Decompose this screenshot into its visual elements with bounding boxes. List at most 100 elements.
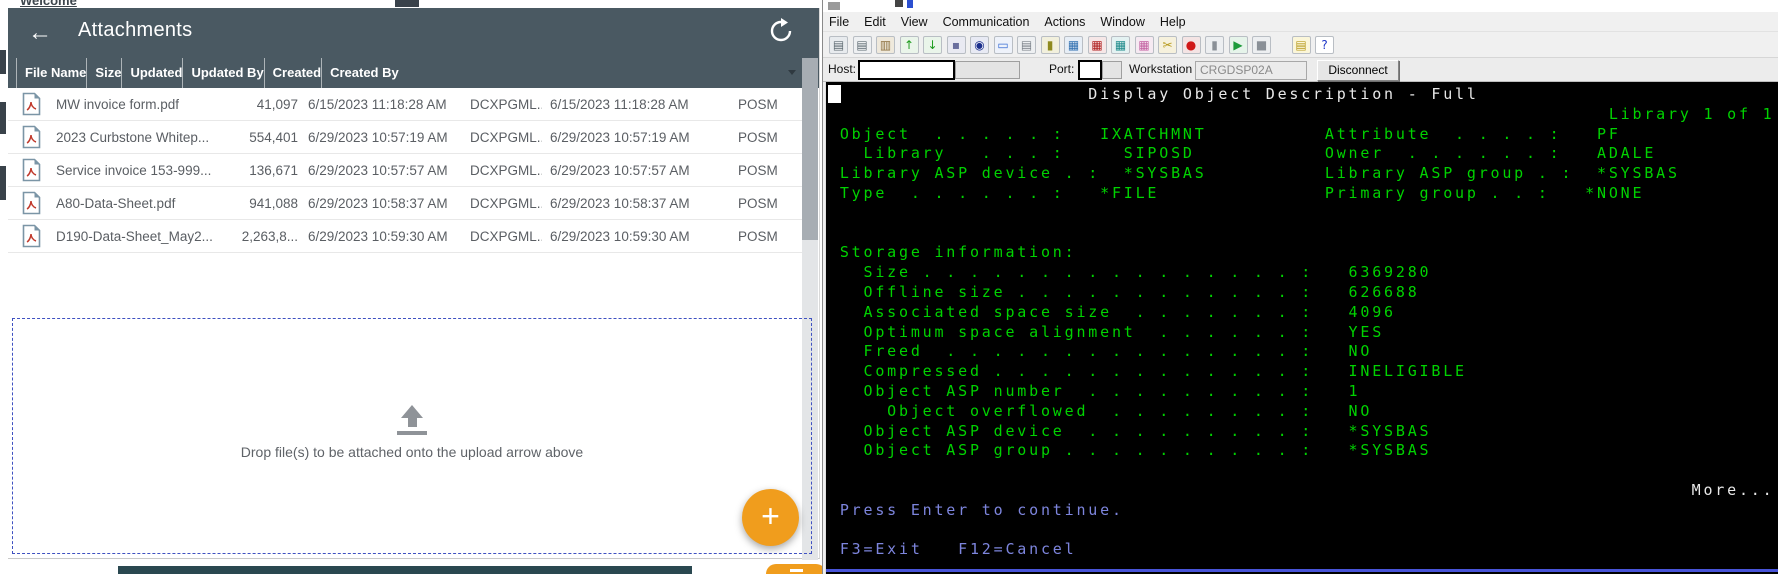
screen-capture-icon[interactable]: ▦ xyxy=(1111,36,1130,54)
file-created-by: POSM xyxy=(738,196,778,211)
table-row[interactable]: A80-Data-Sheet.pdf 941,088 6/29/2023 10:… xyxy=(8,187,804,220)
window-fragment xyxy=(395,0,419,7)
column-header[interactable]: Created xyxy=(263,58,321,88)
window-icon xyxy=(828,2,840,10)
sql-icon[interactable]: ▦ xyxy=(1087,36,1107,54)
file-created: 6/29/2023 10:58:37 AM xyxy=(550,196,690,211)
terminal-line: Library ASP device . : *SYSBAS Library A… xyxy=(828,164,1680,183)
table-row[interactable]: 2023 Curbstone Whitep... 554,401 6/29/20… xyxy=(8,121,804,154)
terminal-line: Compressed . . . . . . . . . . . . . : I… xyxy=(828,362,1467,381)
terminal-line: Freed . . . . . . . . . . . . . . . : NO xyxy=(828,342,1373,361)
help-icon[interactable]: ? xyxy=(1315,36,1334,54)
stop-macro-icon[interactable]: ■ xyxy=(1252,36,1271,54)
refresh-icon[interactable] xyxy=(768,18,796,46)
menu-item[interactable]: View xyxy=(901,15,928,29)
pdf-file-icon xyxy=(8,220,48,252)
back-button[interactable]: ← xyxy=(24,18,56,48)
column-menu-icon[interactable] xyxy=(788,70,796,75)
notes-icon[interactable]: ▤ xyxy=(1291,36,1311,54)
table-row[interactable]: D190-Data-Sheet_May2... 2,263,8... 6/29/… xyxy=(8,220,804,253)
file-updated-by: DCXPGML... xyxy=(470,229,542,244)
port-input-extension[interactable] xyxy=(1102,61,1122,79)
send-file-icon[interactable]: ↑ xyxy=(899,36,919,54)
terminal-line: More... xyxy=(828,481,1775,499)
edge-fragment xyxy=(0,102,6,134)
paste-icon[interactable]: ▥ xyxy=(876,36,895,54)
column-header[interactable]: Size xyxy=(86,58,121,88)
dropzone-hint: Drop file(s) to be attached onto the upl… xyxy=(240,444,584,460)
pdf-file-icon xyxy=(8,187,48,219)
record-macro-icon[interactable]: ● xyxy=(1181,36,1201,54)
play-macro-icon[interactable]: ▶ xyxy=(1228,36,1248,54)
port-input[interactable] xyxy=(1078,60,1102,80)
copy-screen-icon[interactable]: ▤ xyxy=(829,36,848,54)
title-text-fragment xyxy=(907,0,913,8)
file-name: D190-Data-Sheet_May2... xyxy=(56,229,213,244)
file-updated-by: DCXPGML... xyxy=(470,196,542,211)
edge-fragment xyxy=(0,166,6,200)
file-updated: 6/29/2023 10:57:19 AM xyxy=(308,130,448,145)
grid-icon[interactable]: ▦ xyxy=(1134,36,1154,54)
terminal-line: Object ASP number . . . . . . . . . : 1 xyxy=(828,382,1361,400)
background-fab-fragment xyxy=(766,564,826,574)
terminal-line: Library 1 of 1 xyxy=(828,104,1775,123)
bottom-bar-fragment xyxy=(118,566,692,574)
menu-item[interactable]: Help xyxy=(1160,15,1186,29)
pdf-file-icon xyxy=(8,154,48,186)
pause-macro-icon[interactable]: ▮ xyxy=(1205,36,1224,54)
terminal-line: Optimum space alignment . . . . . . : YE… xyxy=(828,322,1385,341)
file-size: 941,088 xyxy=(249,196,298,211)
file-size: 2,263,8... xyxy=(241,229,298,244)
screen-settings-icon[interactable]: ▦ xyxy=(1064,36,1083,54)
file-dropzone[interactable]: Drop file(s) to be attached onto the upl… xyxy=(12,318,812,554)
welcome-tab-fragment[interactable]: Welcome xyxy=(20,0,90,8)
menu-item[interactable]: Edit xyxy=(864,15,886,29)
table-row[interactable]: Service invoice 153-999... 136,671 6/29/… xyxy=(8,154,804,187)
column-header[interactable]: Updated By xyxy=(182,58,264,88)
page-title: Attachments xyxy=(78,19,193,41)
pages-icon[interactable]: ▤ xyxy=(1017,36,1036,54)
column-header[interactable]: File Name xyxy=(16,58,86,88)
copy-icon[interactable]: ▤ xyxy=(852,36,872,54)
database-icon[interactable]: ▮ xyxy=(1040,36,1060,54)
window-title-bar xyxy=(823,0,1778,12)
save-icon[interactable]: ▪ xyxy=(946,36,966,54)
scrollbar-thumb[interactable] xyxy=(802,58,818,240)
receive-file-icon[interactable]: ↓ xyxy=(923,36,942,54)
column-header[interactable]: Created By xyxy=(321,58,399,88)
new-window-icon[interactable]: ▭ xyxy=(993,36,1013,54)
menu-item[interactable]: File xyxy=(829,15,849,29)
terminal-screen[interactable]: Display Object Description - Full Librar… xyxy=(825,82,1778,574)
terminal-line: Display Object Description - Full xyxy=(828,85,1479,103)
file-updated: 6/29/2023 10:59:30 AM xyxy=(308,229,448,244)
menu-item[interactable]: Actions xyxy=(1044,15,1085,29)
file-created-by: POSM xyxy=(738,130,778,145)
table-row[interactable]: MW invoice form.pdf 41,097 6/15/2023 11:… xyxy=(8,88,804,121)
file-created-by: POSM xyxy=(738,97,778,112)
file-updated-by: DCXPGML... xyxy=(470,97,542,112)
title-text-fragment xyxy=(895,0,903,7)
menu-item[interactable]: Communication xyxy=(943,15,1030,29)
file-size: 136,671 xyxy=(249,163,298,178)
terminal-line: Object ASP group . . . . . . . . . . : *… xyxy=(828,441,1432,460)
file-created-by: POSM xyxy=(738,163,778,178)
screenshot-root: { "colors": { "panel_header": "#4a5962",… xyxy=(0,0,1778,574)
edit-keys-icon[interactable]: ✂ xyxy=(1158,36,1177,54)
terminal-line: Type . . . . . . : *FILE Primary group .… xyxy=(828,184,1645,202)
menu-item[interactable]: Window xyxy=(1100,15,1144,29)
host-input-extension[interactable] xyxy=(955,61,1020,79)
add-attachment-button[interactable]: + xyxy=(742,489,799,546)
terminal-line: Storage information: xyxy=(828,243,1077,262)
hotspots-icon[interactable]: ◉ xyxy=(970,36,989,54)
host-input[interactable] xyxy=(858,60,955,80)
column-header[interactable] xyxy=(8,58,16,88)
terminal-line: Object ASP device . . . . . . . . . : *S… xyxy=(828,421,1432,440)
disconnect-button[interactable]: Disconnect xyxy=(1317,60,1399,81)
table-header: File Name Size Updated Updated By Created Cre… xyxy=(8,58,804,88)
column-header[interactable]: Updated xyxy=(121,58,182,88)
file-updated-by: DCXPGML... xyxy=(470,130,542,145)
workstation-id-field[interactable]: CRGDSP02A xyxy=(1195,61,1307,80)
menu-bar: File Edit View Communication Actions Window He… xyxy=(823,12,1778,31)
file-created: 6/29/2023 10:57:57 AM xyxy=(550,163,690,178)
terminal-line: Offline size . . . . . . . . . . . . : 6… xyxy=(828,283,1420,301)
